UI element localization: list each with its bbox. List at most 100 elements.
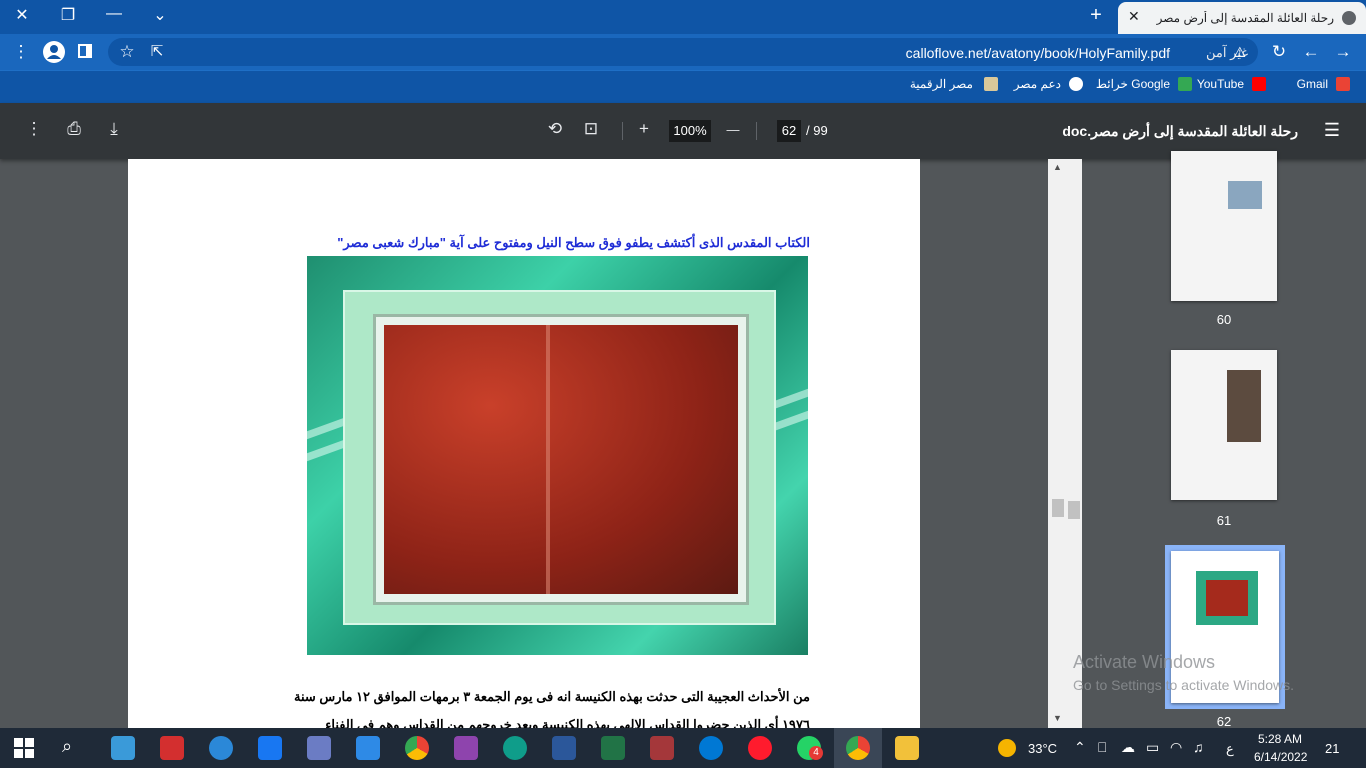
- battery-icon[interactable]: ▭: [1146, 739, 1159, 756]
- fit-page-icon[interactable]: ⊡: [580, 119, 602, 139]
- rotate-icon[interactable]: ⟲: [544, 119, 566, 139]
- thumbnail-page-60[interactable]: [1171, 151, 1277, 301]
- search-icon[interactable]: ⌕: [62, 736, 72, 757]
- profile-avatar[interactable]: [43, 41, 65, 63]
- person-icon: [47, 45, 61, 59]
- cloud-icon[interactable]: ☁: [1121, 739, 1135, 756]
- hamburger-menu-icon[interactable]: ☰: [1324, 120, 1340, 141]
- thumbnail-image: [1227, 370, 1261, 442]
- thumbnail-label: 61: [1216, 513, 1232, 528]
- digital-egypt-icon: [984, 77, 998, 91]
- clock-date[interactable]: 6/14/2022: [1254, 750, 1307, 764]
- reload-icon[interactable]: ↻: [1268, 42, 1290, 62]
- bookmark-star-icon[interactable]: ☆: [116, 42, 138, 62]
- calendar-icon[interactable]: [356, 736, 380, 760]
- image-caption: الكتاب المقدس الذى أكتشف يطفو فوق سطح ال…: [337, 235, 810, 250]
- clock-time[interactable]: 5:28 AM: [1258, 732, 1302, 746]
- close-tab-icon[interactable]: ✕: [1128, 8, 1140, 25]
- thumbnail-page-61[interactable]: [1171, 350, 1277, 500]
- globe-icon: [1342, 11, 1356, 25]
- tab-search-button[interactable]: ⌄: [148, 5, 172, 25]
- visual-studio-icon[interactable]: [454, 736, 478, 760]
- file-explorer-icon[interactable]: [895, 736, 919, 760]
- bible-photo: [384, 325, 738, 594]
- frame-ornament: [307, 438, 347, 462]
- globe-icon: [1069, 77, 1083, 91]
- windows-start-icon[interactable]: [14, 738, 34, 758]
- word-icon[interactable]: [552, 736, 576, 760]
- share-icon[interactable]: ⇱: [146, 42, 168, 60]
- scrollbar[interactable]: ▲ ▼: [1048, 159, 1082, 728]
- sidebar-icon[interactable]: [78, 44, 92, 58]
- magnifier-icon[interactable]: [209, 736, 233, 760]
- zoom-level[interactable]: 100%: [669, 120, 711, 142]
- restore-window-button[interactable]: ❐: [56, 5, 80, 25]
- zoom-out-button[interactable]: —: [722, 122, 744, 137]
- frame-inner-border: [373, 314, 749, 605]
- chrome-active-icon[interactable]: [846, 736, 870, 760]
- pdf-page: الكتاب المقدس الذى أكتشف يطفو فوق سطح ال…: [128, 159, 920, 734]
- access-icon[interactable]: [650, 736, 674, 760]
- tab-title: رحلة العائلة المقدسة إلى أرض مصر: [1156, 11, 1334, 25]
- thumbnail-image: [1206, 580, 1248, 616]
- frame-mat: [343, 290, 776, 625]
- url-text[interactable]: calloflove.net/avatony/book/HolyFamily.p…: [906, 45, 1170, 61]
- volume-icon[interactable]: ♫: [1193, 739, 1204, 755]
- more-actions-icon[interactable]: ⋮: [23, 119, 45, 139]
- chrome-icon[interactable]: [405, 736, 429, 760]
- gmail-icon: [1336, 77, 1350, 91]
- activation-watermark-text: Go to Settings to activate Windows.: [1073, 677, 1294, 693]
- document-title: رحلة العائلة المقدسة إلى أرض مصر.doc: [1062, 123, 1298, 139]
- thumbnail-frame: [1196, 571, 1258, 625]
- book-spine: [546, 325, 550, 594]
- divider: [622, 122, 623, 140]
- language-indicator[interactable]: ع: [1226, 741, 1234, 757]
- bookmark-digital-egypt[interactable]: مصر الرقمية: [910, 77, 973, 91]
- sync-icon[interactable]: [699, 736, 723, 760]
- scroll-down-icon[interactable]: ▼: [1053, 713, 1062, 723]
- print-icon[interactable]: ⎙: [63, 119, 85, 139]
- scroll-up-icon[interactable]: ▲: [1053, 162, 1062, 172]
- wifi-icon[interactable]: ◠: [1170, 739, 1182, 756]
- taskbar: [0, 728, 1366, 768]
- close-window-button[interactable]: ✕: [10, 5, 34, 25]
- tab-active[interactable]: رحلة العائلة المقدسة إلى أرض مصر ✕: [1118, 2, 1366, 34]
- forward-icon[interactable]: →: [1332, 42, 1354, 62]
- divider: [756, 122, 757, 140]
- excel-icon[interactable]: [601, 736, 625, 760]
- bookmark-gmail[interactable]: Gmail: [1297, 77, 1328, 91]
- page-number-input[interactable]: 62: [777, 120, 801, 142]
- thumbnail-label: 62: [1216, 714, 1232, 729]
- bookmark-google-maps[interactable]: خرائط Google: [1096, 77, 1170, 91]
- scroll-thumb[interactable]: [1052, 499, 1064, 517]
- thumbnail-label: 60: [1216, 312, 1232, 327]
- maps-icon: [1178, 77, 1192, 91]
- calculator-icon[interactable]: [307, 736, 331, 760]
- new-tab-button[interactable]: +: [1084, 4, 1108, 27]
- scroll-thumb[interactable]: [1068, 501, 1080, 519]
- facebook-icon[interactable]: [258, 736, 282, 760]
- minimize-window-button[interactable]: —: [102, 5, 126, 23]
- weather-sun-icon[interactable]: [998, 739, 1016, 757]
- zoom-in-button[interactable]: +: [633, 119, 655, 139]
- bookmark-youtube[interactable]: YouTube: [1197, 77, 1244, 91]
- frame-ornament: [307, 416, 347, 440]
- notification-center-icon[interactable]: 21: [1325, 741, 1339, 756]
- thumbnail-image: [1228, 181, 1262, 209]
- more-menu-icon[interactable]: ⋮: [10, 42, 32, 62]
- meet-now-icon[interactable]: ⎕: [1098, 739, 1106, 756]
- activation-watermark-title: Activate Windows: [1073, 652, 1216, 672]
- warning-icon[interactable]: ⚠: [1233, 44, 1246, 61]
- weather-temperature[interactable]: 33°C: [1028, 741, 1057, 756]
- opera-icon[interactable]: [748, 736, 772, 760]
- notification-badge: 4: [809, 746, 823, 760]
- edge-icon[interactable]: [503, 736, 527, 760]
- calculator-app-icon[interactable]: [111, 736, 135, 760]
- back-icon[interactable]: ←: [1300, 42, 1322, 62]
- download-icon[interactable]: ⤓: [103, 119, 125, 139]
- chevron-up-icon[interactable]: ⌃: [1074, 739, 1086, 756]
- page-total: / 99: [806, 123, 828, 138]
- acrobat-icon[interactable]: [160, 736, 184, 760]
- bookmark-support-egypt[interactable]: دعم مصر: [1014, 77, 1061, 91]
- body-text-line: من الأحداث العجيبة التى حدثت بهذه الكنيس…: [293, 689, 810, 704]
